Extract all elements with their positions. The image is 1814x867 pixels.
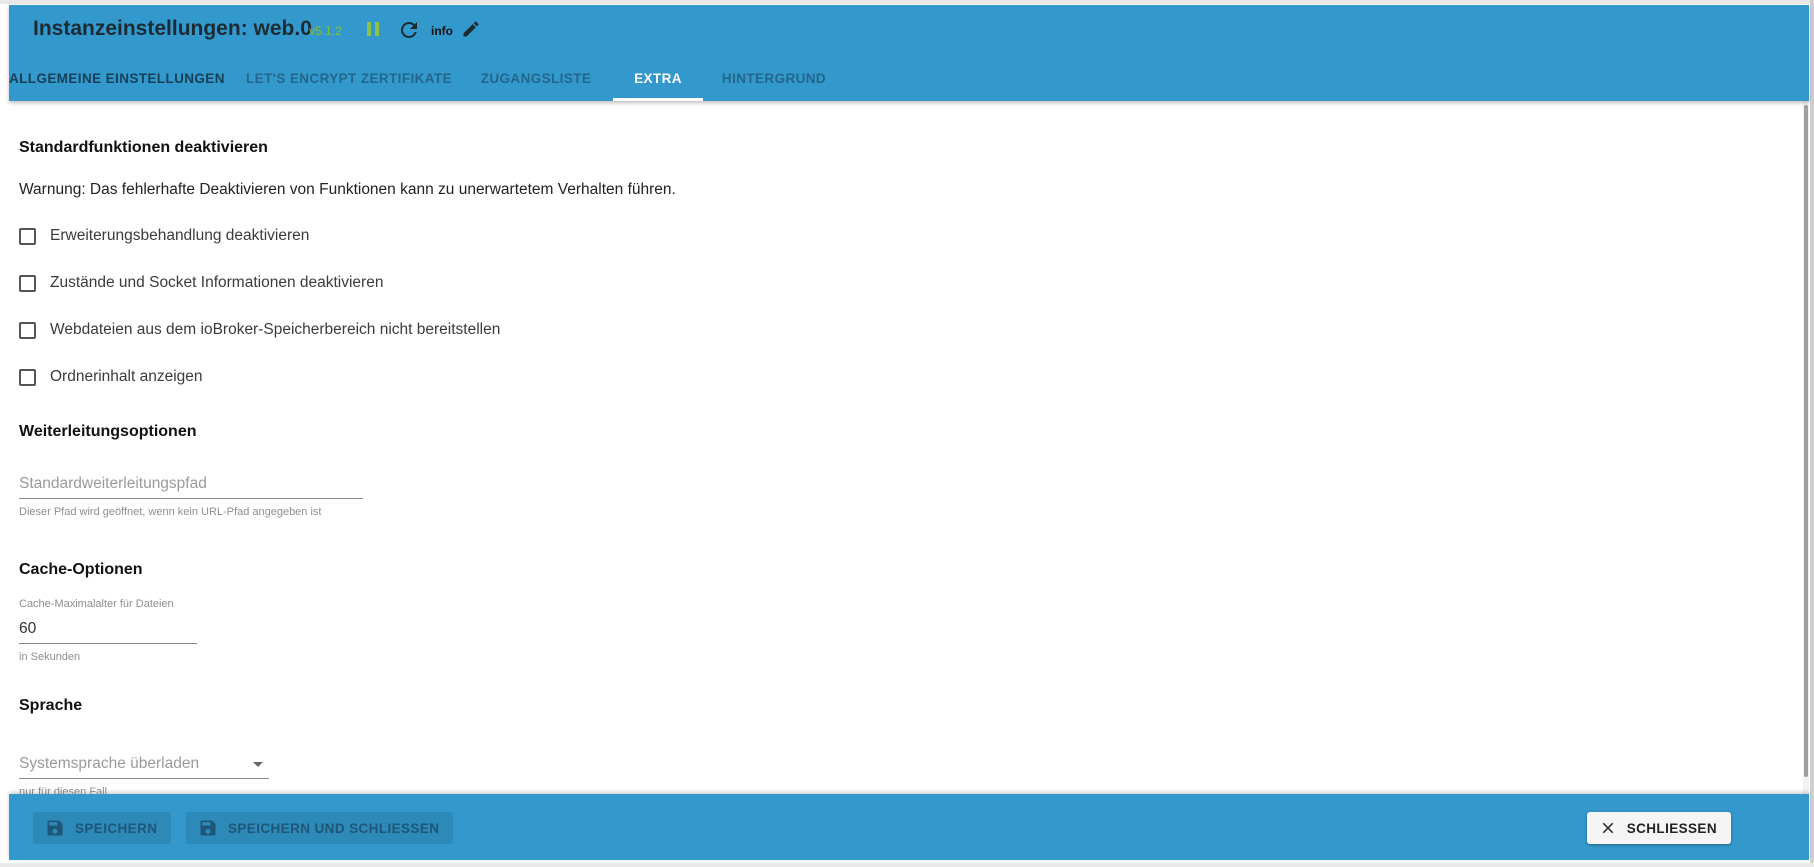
checkbox[interactable] [19,227,36,245]
active-tab-indicator [613,98,703,101]
settings-tabs: ALLGEMEINE EINSTELLUNGEN LET'S ENCRYPT Z… [9,57,1809,101]
section-title-language: Sprache [19,697,83,714]
save-button-label: SPEICHERN [75,820,158,836]
checkbox-row-extension-handling[interactable]: Erweiterungsbehandlung deaktivieren [19,225,309,247]
checkbox-label: Ordnerinhalt anzeigen [50,368,203,385]
checkbox-label: Webdateien aus dem ioBroker-Speicherbere… [50,321,501,338]
cache-helper-text: in Sekunden [19,651,81,663]
checkbox-row-states-socket[interactable]: Zustände und Socket Informationen deakti… [19,272,383,294]
scrollbar-thumb[interactable] [1804,105,1808,777]
tab-lets-encrypt[interactable]: LET'S ENCRYPT ZERTIFIKATE [245,57,453,101]
checkbox[interactable] [19,368,36,386]
section-title-redirect: Weiterleitungsoptionen [19,423,197,440]
log-level-label[interactable]: info [431,24,453,38]
language-select-value: Systemsprache überladen [19,755,200,772]
floppy-disk-icon [47,820,63,836]
dialog-footer: SPEICHERN SPEICHERN UND SCHLIESSEN SCHLI… [9,794,1809,860]
redirect-helper-text: Dieser Pfad wird geöffnet, wenn kein URL… [19,506,322,518]
settings-content: Standardfunktionen deaktivieren Warnung:… [9,101,1809,794]
tab-access-list[interactable]: ZUGANGSLISTE [477,57,595,101]
tab-extra[interactable]: EXTRA [613,57,703,101]
edit-pencil-icon[interactable] [461,19,481,39]
close-button[interactable]: SCHLIESSEN [1586,812,1731,844]
instance-settings-dialog: Instanzeinstellungen: web.0 v5.1.2 info … [9,5,1809,860]
language-helper-text: nur für diesen Fall [19,786,108,794]
tab-general[interactable]: ALLGEMEINE EINSTELLUNGEN [9,57,224,101]
dialog-title: Instanzeinstellungen: web.0 [33,17,312,40]
frame-right-border [1810,0,1814,867]
language-select[interactable]: Systemsprache überladen [19,751,269,779]
section-title-cache: Cache-Optionen [19,561,143,578]
cache-max-age-input[interactable] [19,616,197,644]
checkbox[interactable] [19,321,36,339]
save-and-close-button-label: SPEICHERN UND SCHLIESSEN [228,820,440,836]
frame-top-border [0,0,1814,4]
pause-icon[interactable] [365,21,381,39]
close-icon [1602,822,1613,834]
checkbox-label: Erweiterungsbehandlung deaktivieren [50,227,310,244]
redirect-path-input[interactable] [19,471,363,499]
checkbox[interactable] [19,274,36,292]
warning-text: Warnung: Das fehlerhafte Deaktivieren vo… [19,181,676,198]
checkbox-row-webfiles[interactable]: Webdateien aus dem ioBroker-Speicherbere… [19,319,500,341]
redirect-path-field: Dieser Pfad wird geöffnet, wenn kein URL… [19,471,363,518]
window-frame: Instanzeinstellungen: web.0 v5.1.2 info … [0,0,1814,867]
reload-icon[interactable] [397,18,421,42]
checkbox-row-folder-content[interactable]: Ordnerinhalt anzeigen [19,366,203,388]
cache-max-age-field: Cache-Maximalalter für Dateien in Sekund… [19,598,197,663]
language-select-field: Systemsprache überladen nur für diesen F… [19,751,269,794]
checkbox-label: Zustände und Socket Informationen deakti… [50,274,384,291]
dropdown-arrow-icon [253,761,263,767]
close-button-label: SCHLIESSEN [1626,820,1717,836]
floppy-disk-icon [200,820,216,836]
dialog-header: Instanzeinstellungen: web.0 v5.1.2 info … [9,5,1809,101]
version-label: v5.1.2 [309,24,342,38]
cache-field-label: Cache-Maximalalter für Dateien [19,598,174,610]
section-title-standard: Standardfunktionen deaktivieren [19,139,268,156]
frame-bottom-border [0,863,1814,867]
tab-background[interactable]: HINTERGRUND [715,57,833,101]
save-and-close-button[interactable]: SPEICHERN UND SCHLIESSEN [186,812,454,844]
save-button[interactable]: SPEICHERN [33,812,172,844]
